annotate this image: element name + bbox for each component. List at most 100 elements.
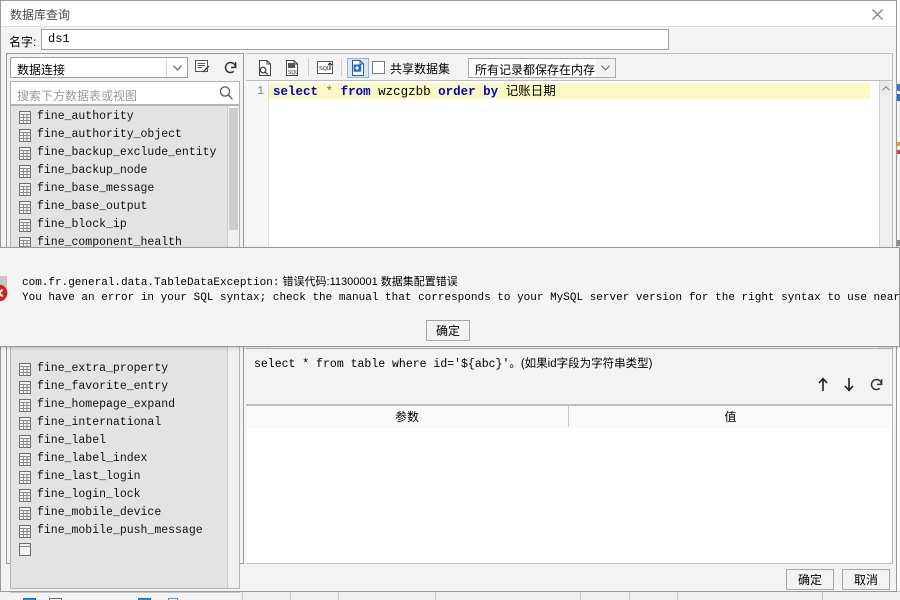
table-icon	[19, 416, 31, 430]
list-item-label: fine_base_message	[37, 182, 155, 195]
table-icon	[19, 506, 31, 520]
close-icon[interactable]	[860, 2, 894, 26]
dialog-titlebar: 数据库查询	[1, 1, 896, 27]
sql-format-icon[interactable]: SQL	[314, 58, 336, 78]
list-item[interactable]: fine_backup_exclude_entity	[11, 144, 230, 162]
table-list[interactable]: fine_authority fine_authority_object fin…	[10, 105, 240, 589]
datasource-row: 数据连接	[7, 54, 243, 81]
chevron-down-icon	[166, 58, 187, 77]
table-list-scrollbar[interactable]	[227, 106, 239, 588]
list-item[interactable]: fine_homepage_expand	[11, 396, 230, 414]
list-item-label: fine_favorite_entry	[37, 380, 169, 393]
column-header-parameter[interactable]: 参数	[246, 406, 569, 427]
dialog-footer: 确定 取消	[1, 564, 898, 593]
sql-insert-icon[interactable]	[347, 58, 369, 78]
svg-text:SQL: SQL	[319, 66, 330, 72]
sql-table-name: wzcgzbb	[378, 85, 431, 99]
parameter-hint-box: select * from table where id='${abc}'。(如…	[246, 349, 893, 405]
list-item[interactable]: fine_backup_node	[11, 162, 230, 180]
table-icon	[19, 128, 31, 142]
table-icon	[19, 362, 31, 376]
connection-select[interactable]: 数据连接	[10, 57, 188, 78]
edit-connection-icon[interactable]	[192, 57, 212, 77]
table-icon	[19, 164, 31, 178]
chevron-up-icon[interactable]	[880, 81, 892, 95]
error-dialog: com.fr.general.data.TableDataException: …	[0, 247, 900, 347]
list-item[interactable]: fine_label_index	[11, 450, 230, 468]
table-icon	[19, 542, 31, 556]
svg-text:SQL: SQL	[288, 70, 298, 76]
shared-dataset-checkbox[interactable]	[372, 61, 385, 74]
sql-keyword-from: from	[340, 85, 371, 99]
name-row: 名字: ds1	[1, 28, 898, 53]
table-icon	[19, 488, 31, 502]
error-ok-button[interactable]: 确定	[426, 320, 470, 341]
parameter-table-header: 参数 值	[246, 406, 892, 429]
name-input[interactable]: ds1	[41, 29, 669, 50]
list-item[interactable]: fine_international	[11, 414, 230, 432]
list-item-label: fine_authority	[37, 110, 134, 123]
parameter-hint: select * from table where id='${abc}'。(如…	[254, 355, 652, 371]
parameter-table[interactable]: 参数 值	[246, 405, 893, 564]
table-icon	[19, 146, 31, 160]
list-item[interactable]: fine_authority	[11, 108, 230, 126]
list-item-label: fine_homepage_expand	[37, 398, 176, 411]
list-item[interactable]: fine_label	[11, 432, 230, 450]
table-icon	[19, 218, 31, 232]
list-item[interactable]	[11, 540, 230, 558]
table-icon	[19, 182, 31, 196]
search-input[interactable]: 搜索下方数据表或视图	[10, 81, 240, 105]
parameter-hint-mono: select * from table where id='${abc}'	[254, 358, 510, 371]
parameter-hint-zh: 。(如果id字段为字符串类型)	[509, 358, 653, 370]
list-item[interactable]: fine_favorite_entry	[11, 378, 230, 396]
error-icon	[0, 284, 8, 302]
list-item-label: fine_login_lock	[37, 488, 141, 501]
refresh-icon[interactable]	[220, 57, 240, 77]
list-item[interactable]: fine_extra_property	[11, 360, 230, 378]
preview-sql-icon[interactable]	[254, 58, 276, 78]
table-icon	[19, 524, 31, 538]
sql-keyword-order: order	[438, 85, 476, 99]
table-icon	[19, 434, 31, 448]
list-item[interactable]: fine_login_lock	[11, 486, 230, 504]
list-item-label: fine_block_ip	[37, 218, 127, 231]
list-item-label: fine_international	[37, 416, 162, 429]
arrow-down-icon[interactable]	[843, 377, 855, 395]
sql-document-icon[interactable]: SQL	[281, 58, 303, 78]
error-exception-class: com.fr.general.data.TableDataException:	[22, 277, 280, 289]
list-item-label: fine_label_index	[37, 452, 148, 465]
list-item-label: fine_base_output	[37, 200, 148, 213]
screen-root: 数据库查询 名字: ds1 数据连接 搜索下方数据表或视图 fine_autho…	[0, 0, 900, 600]
memory-policy-select[interactable]: 所有记录都保存在内存中	[468, 58, 616, 78]
list-item[interactable]: fine_last_login	[11, 468, 230, 486]
list-item-label: fine_extra_property	[37, 362, 169, 375]
list-item[interactable]: fine_mobile_push_message	[11, 522, 230, 540]
sql-code-line[interactable]: select * from wzcgzbb order by 记账日期	[269, 83, 870, 99]
parameter-table-body[interactable]	[246, 428, 892, 563]
chevron-down-icon	[596, 59, 615, 77]
sql-keyword-by: by	[483, 85, 499, 99]
column-header-value[interactable]: 值	[569, 406, 892, 427]
list-item[interactable]: fine_base_message	[11, 180, 230, 198]
table-icon	[19, 470, 31, 484]
memory-policy-value: 所有记录都保存在内存中	[475, 63, 608, 77]
list-item[interactable]: fine_base_output	[11, 198, 230, 216]
table-icon	[19, 398, 31, 412]
sql-keyword-select: select	[273, 85, 319, 99]
sql-line-number: 1	[257, 85, 264, 98]
name-label: 名字:	[9, 35, 37, 49]
scrollbar-thumb[interactable]	[229, 108, 238, 230]
list-item[interactable]: fine_authority_object	[11, 126, 230, 144]
table-icon	[19, 452, 31, 466]
refresh-icon[interactable]	[869, 377, 884, 395]
table-icon	[19, 380, 31, 394]
list-item[interactable]: fine_block_ip	[11, 216, 230, 234]
sql-star: *	[325, 85, 334, 99]
ok-button[interactable]: 确定	[786, 569, 834, 590]
sql-column-name: 记账日期	[505, 84, 556, 98]
list-item[interactable]: fine_mobile_device	[11, 504, 230, 522]
error-code-text: 错误代码:11300001 数据集配置错误	[279, 276, 458, 288]
arrow-up-icon[interactable]	[817, 377, 829, 395]
error-message-line1: com.fr.general.data.TableDataException: …	[22, 273, 458, 289]
cancel-button[interactable]: 取消	[842, 569, 890, 590]
